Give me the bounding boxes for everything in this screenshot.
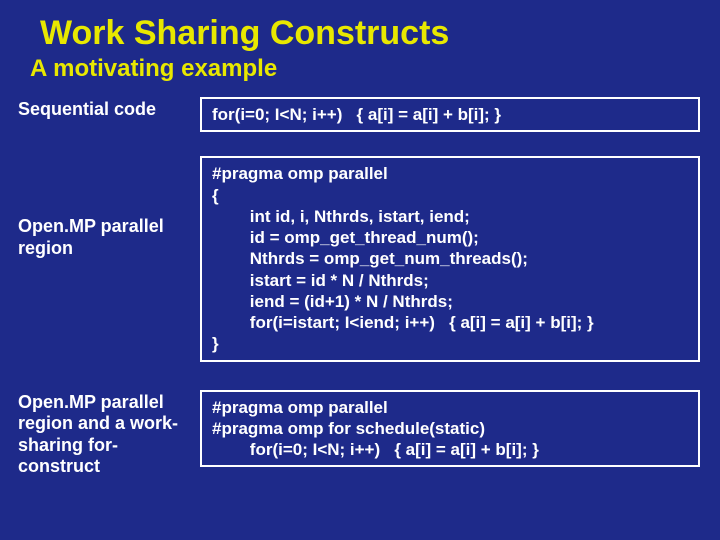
code-col-parallel-region: #pragma omp parallel { int id, i, Nthrds…: [200, 156, 700, 361]
code-box-worksharing: #pragma omp parallel #pragma omp for sch…: [200, 390, 700, 468]
code-box-sequential: for(i=0; I<N; i++) { a[i] = a[i] + b[i];…: [200, 97, 700, 132]
row-worksharing: Open.MP parallel region and a work-shari…: [0, 390, 720, 478]
code-box-parallel-region: #pragma omp parallel { int id, i, Nthrds…: [200, 156, 700, 361]
row-parallel-region: Open.MP parallel region #pragma omp para…: [0, 156, 720, 361]
label-parallel-region: Open.MP parallel region: [0, 156, 200, 259]
code-col-worksharing: #pragma omp parallel #pragma omp for sch…: [200, 390, 700, 468]
row-sequential: Sequential code for(i=0; I<N; i++) { a[i…: [0, 97, 720, 132]
label-sequential: Sequential code: [0, 97, 200, 121]
slide: Work Sharing Constructs A motivating exa…: [0, 0, 720, 540]
slide-title: Work Sharing Constructs: [40, 14, 720, 53]
label-worksharing: Open.MP parallel region and a work-shari…: [0, 390, 200, 478]
code-col-sequential: for(i=0; I<N; i++) { a[i] = a[i] + b[i];…: [200, 97, 700, 132]
slide-subtitle: A motivating example: [30, 55, 720, 83]
